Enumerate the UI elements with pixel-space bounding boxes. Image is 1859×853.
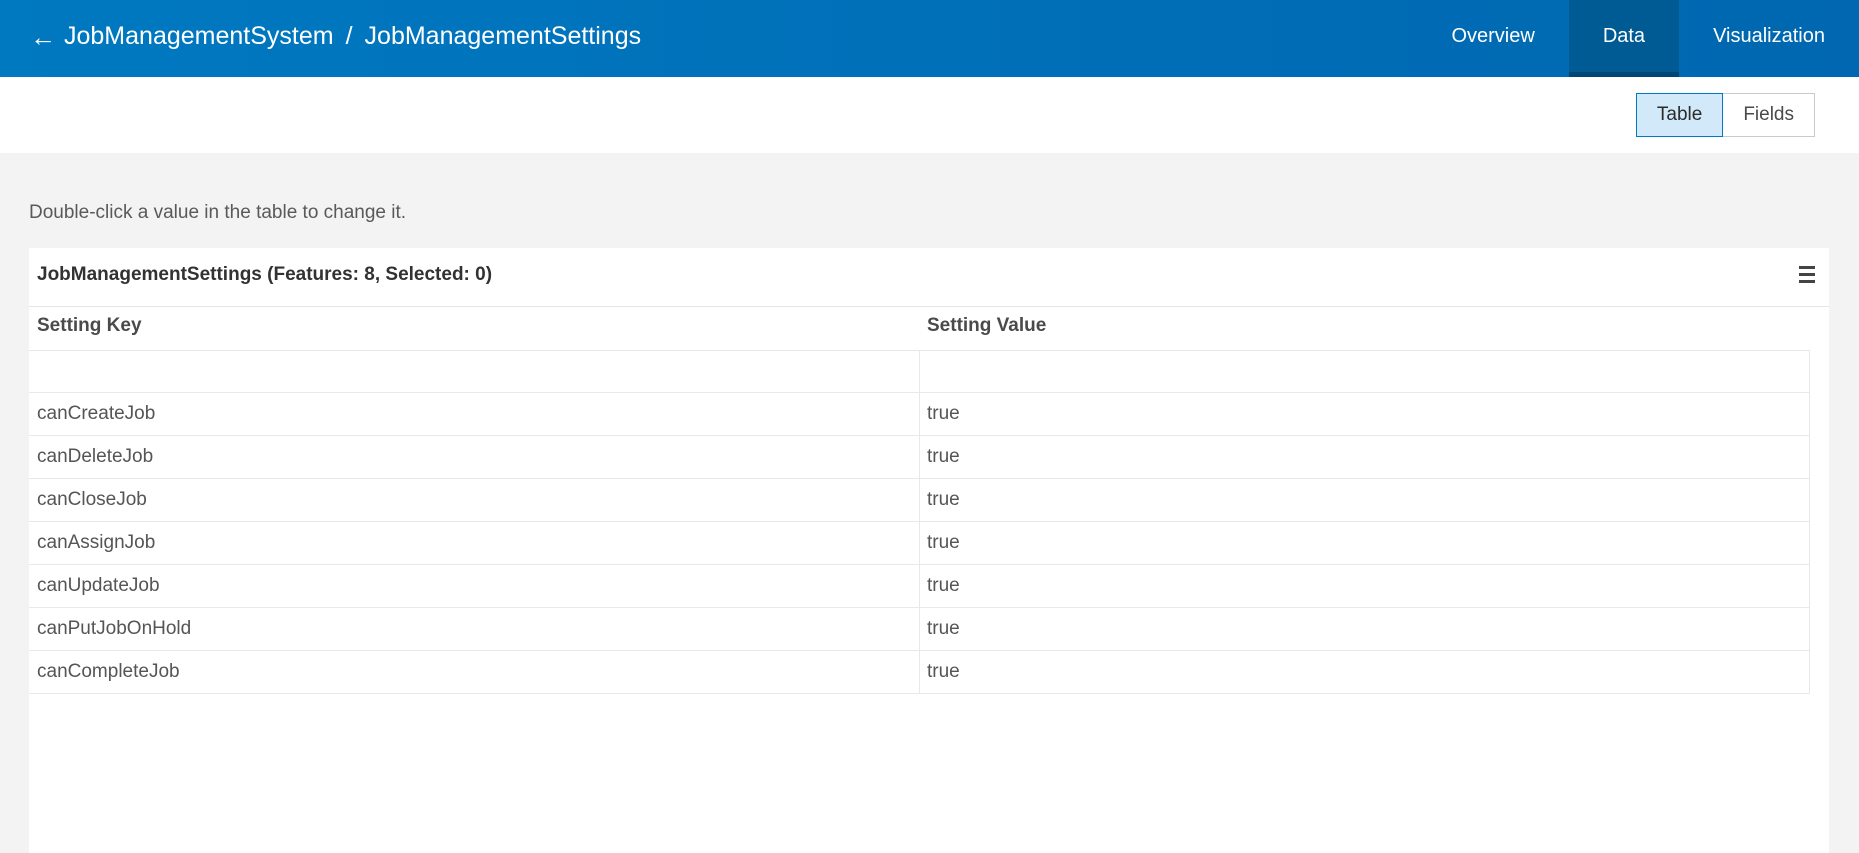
column-header-setting-value[interactable]: Setting Value: [927, 315, 1046, 337]
table-row-empty[interactable]: [29, 350, 1810, 393]
tab-visualization[interactable]: Visualization: [1679, 0, 1859, 77]
setting-key-cell[interactable]: canAssignJob: [37, 532, 155, 554]
table-row[interactable]: canCloseJob true: [29, 479, 1810, 522]
view-toolbar: Table Fields: [0, 77, 1859, 153]
column-headers: Setting Key Setting Value: [29, 307, 1829, 349]
tab-data[interactable]: Data: [1568, 0, 1680, 77]
setting-value-cell[interactable]: true: [927, 618, 960, 640]
setting-key-cell[interactable]: canDeleteJob: [37, 446, 153, 468]
setting-key-cell[interactable]: canCreateJob: [37, 403, 155, 425]
setting-value-cell[interactable]: true: [927, 661, 960, 683]
hamburger-menu-icon[interactable]: [1799, 266, 1815, 286]
arrow-left-icon[interactable]: ←: [30, 22, 56, 52]
table-row[interactable]: canPutJobOnHold true: [29, 608, 1810, 651]
setting-value-cell[interactable]: true: [927, 575, 960, 597]
tab-overview[interactable]: Overview: [1417, 0, 1568, 77]
table-row[interactable]: canDeleteJob true: [29, 436, 1810, 479]
breadcrumb-item-system[interactable]: JobManagementSystem: [64, 22, 334, 50]
fields-view-button[interactable]: Fields: [1723, 93, 1815, 137]
setting-key-cell[interactable]: canPutJobOnHold: [37, 618, 191, 640]
table-body: canCreateJob true canDeleteJob true canClo…: [29, 393, 1810, 694]
table-header: JobManagementSettings (Features: 8, Sele…: [29, 248, 1829, 307]
setting-value-cell[interactable]: true: [927, 532, 960, 554]
breadcrumb-separator: /: [345, 22, 353, 50]
edit-hint-text: Double-click a value in the table to cha…: [29, 202, 407, 223]
table-row[interactable]: canUpdateJob true: [29, 565, 1810, 608]
table-row[interactable]: canCompleteJob true: [29, 651, 1810, 694]
setting-value-cell[interactable]: true: [927, 403, 960, 425]
setting-key-cell[interactable]: canUpdateJob: [37, 575, 160, 597]
setting-key-cell[interactable]: canCompleteJob: [37, 661, 180, 683]
attribute-table-panel: JobManagementSettings (Features: 8, Sele…: [29, 248, 1829, 853]
top-navigation-bar: ← JobManagementSystem / JobManagementSetti…: [0, 0, 1859, 77]
breadcrumb-item-settings: JobManagementSettings: [364, 22, 642, 50]
table-title: JobManagementSettings (Features: 8, Sele…: [37, 264, 493, 285]
view-toggle: Table Fields: [1635, 93, 1815, 137]
setting-value-cell[interactable]: true: [927, 446, 960, 468]
breadcrumb: JobManagementSystem / JobManagementSetting…: [64, 20, 641, 52]
table-view-button[interactable]: Table: [1635, 93, 1724, 137]
table-row[interactable]: canAssignJob true: [29, 522, 1810, 565]
setting-key-cell[interactable]: canCloseJob: [37, 489, 147, 511]
column-header-setting-key[interactable]: Setting Key: [37, 315, 142, 337]
table-row[interactable]: canCreateJob true: [29, 393, 1810, 436]
main-tabs: Overview Data Visualization: [1417, 0, 1859, 77]
setting-value-cell[interactable]: true: [927, 489, 960, 511]
